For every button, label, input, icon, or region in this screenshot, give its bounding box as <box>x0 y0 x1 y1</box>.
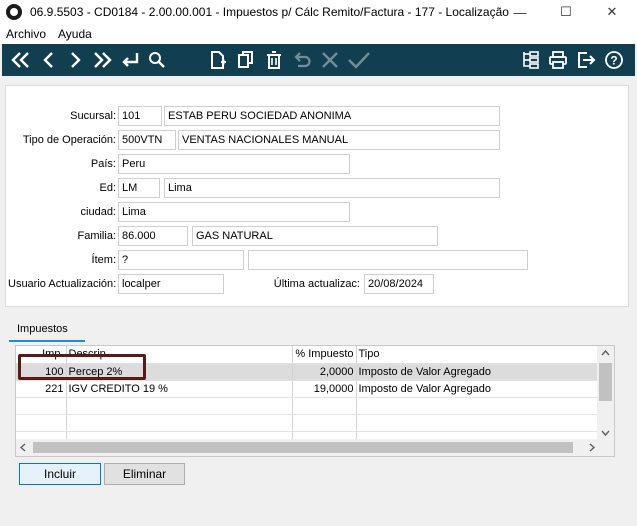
new-document-icon[interactable] <box>204 44 232 76</box>
impuestos-grid: Imp. Descrip. % Impuesto Tipo 100 Percep… <box>15 345 615 457</box>
cancel-icon[interactable] <box>316 44 344 76</box>
ultima-actualizacion-field: 20/08/2024 <box>364 274 434 294</box>
ciudad-label: ciudad: <box>80 206 116 218</box>
ciudad-field[interactable]: Lima <box>118 202 350 222</box>
last-record-icon[interactable] <box>88 44 116 76</box>
table-row[interactable]: 221 IGV CREDITO 19 % 19,0000 Imposto de … <box>16 380 599 398</box>
minimize-button[interactable]: — <box>497 0 543 24</box>
menu-bar: Archivo Ayuda <box>0 24 637 44</box>
pais-field[interactable]: Peru <box>118 154 350 174</box>
cell-pct: 2,0000 <box>292 363 357 381</box>
print-icon[interactable] <box>544 44 572 76</box>
confirm-icon[interactable] <box>344 44 374 76</box>
close-button[interactable]: ✕ <box>589 0 635 24</box>
table-row-empty <box>16 397 599 415</box>
search-icon[interactable] <box>144 44 170 76</box>
col-header-pct[interactable]: % Impuesto <box>292 346 357 364</box>
ed-label: Ed: <box>99 182 116 194</box>
item-label: Ítem: <box>91 254 116 266</box>
col-header-imp[interactable]: Imp. <box>16 346 67 364</box>
menu-archivo[interactable]: Archivo <box>0 27 52 41</box>
impuestos-table: Imp. Descrip. % Impuesto Tipo 100 Percep… <box>16 346 599 449</box>
cell-tipo: Imposto de Valor Agregado <box>356 363 599 381</box>
ed-code-field[interactable]: LM <box>118 178 160 198</box>
tab-bar: Impuestos <box>5 320 629 342</box>
familia-code-field[interactable]: 86.000 <box>118 226 188 246</box>
item-desc-field <box>248 250 528 270</box>
familia-label: Familia: <box>77 230 116 242</box>
svg-text:?: ? <box>610 54 617 68</box>
horizontal-scrollbar[interactable] <box>16 439 599 456</box>
table-row[interactable]: 100 Percep 2% 2,0000 Imposto de Valor Ag… <box>16 363 599 381</box>
cell-descrip: Percep 2% <box>66 363 293 381</box>
title-bar: 06.9.5503 - CD0184 - 2.00.00.001 - Impue… <box>0 0 637 24</box>
cell-pct: 19,0000 <box>292 380 357 398</box>
undo-icon[interactable] <box>288 44 316 76</box>
eliminar-button[interactable]: Eliminar <box>104 463 185 485</box>
cell-imp: 221 <box>16 380 67 398</box>
col-header-tipo[interactable]: Tipo <box>356 346 599 364</box>
cell-tipo: Imposto de Valor Agregado <box>356 380 599 398</box>
tipo-operacion-label: Tipo de Operación: <box>22 134 116 146</box>
cell-descrip: IGV CREDITO 19 % <box>66 380 293 398</box>
sucursal-desc-field: ESTAB PERU SOCIEDAD ANONIMA <box>164 106 500 126</box>
next-record-icon[interactable] <box>62 44 88 76</box>
tipo-operacion-code-field[interactable]: 500VTN <box>118 130 176 150</box>
cell-imp: 100 <box>16 363 67 381</box>
previous-record-icon[interactable] <box>36 44 62 76</box>
first-record-icon[interactable] <box>6 44 36 76</box>
vertical-scrollbar[interactable] <box>597 346 614 441</box>
sucursal-code-field[interactable]: 101 <box>118 106 162 126</box>
exit-icon[interactable] <box>572 44 600 76</box>
maximize-button[interactable]: ☐ <box>543 0 589 24</box>
incluir-button[interactable]: Incluir <box>19 463 101 485</box>
help-icon[interactable]: ? <box>600 44 628 76</box>
ultima-actualizacion-label: Última actualizac: <box>273 278 360 290</box>
scroll-corner <box>597 439 614 456</box>
pais-label: País: <box>90 158 116 170</box>
tipo-operacion-desc-field: VENTAS NACIONALES MANUAL <box>178 130 500 150</box>
familia-desc-field: GAS NATURAL <box>192 226 438 246</box>
window-title: 06.9.5503 - CD0184 - 2.00.00.001 - Impue… <box>30 5 510 19</box>
app-icon <box>6 4 22 20</box>
delete-icon[interactable] <box>260 44 288 76</box>
return-icon[interactable] <box>116 44 144 76</box>
item-code-field[interactable]: ? <box>118 250 244 270</box>
tab-impuestos[interactable]: Impuestos <box>9 320 85 342</box>
usuario-field: localper <box>118 274 224 294</box>
usuario-label: Usuario Actualización: <box>8 278 117 290</box>
ed-desc-field: Lima <box>164 178 500 198</box>
col-header-descrip[interactable]: Descrip. <box>66 346 293 364</box>
sucursal-label: Sucursal: <box>70 110 116 122</box>
toolbar: ? <box>2 44 635 76</box>
tree-structure-icon[interactable] <box>516 44 544 76</box>
table-header-row: Imp. Descrip. % Impuesto Tipo <box>16 346 599 364</box>
menu-ayuda[interactable]: Ayuda <box>52 27 98 41</box>
table-row-empty <box>16 414 599 432</box>
copy-icon[interactable] <box>232 44 260 76</box>
